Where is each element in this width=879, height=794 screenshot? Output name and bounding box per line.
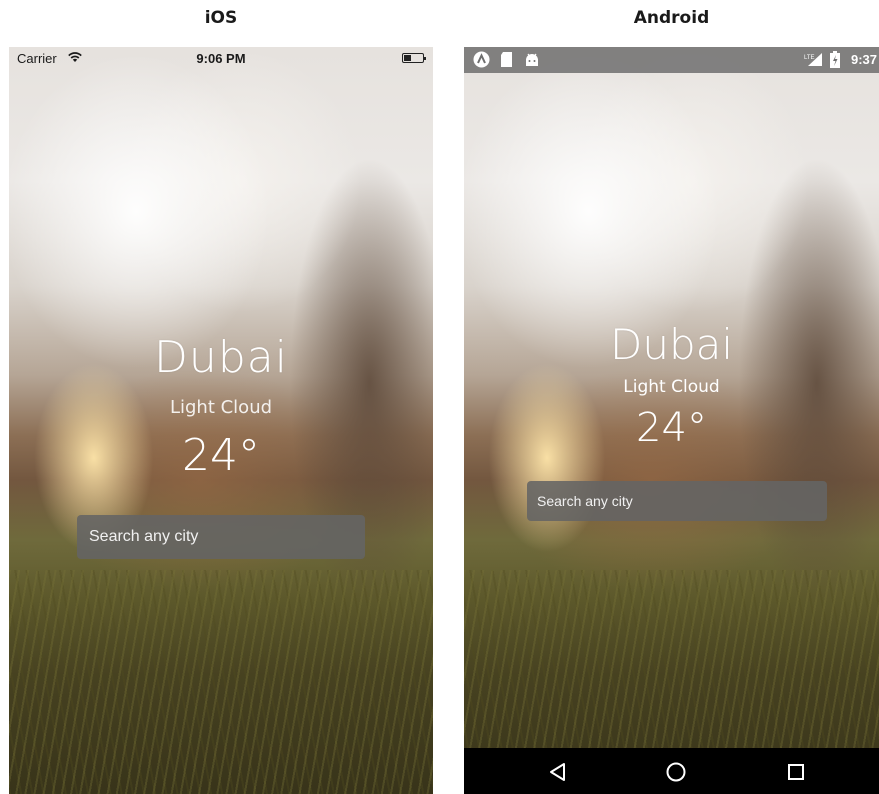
weather-condition: Light Cloud [169, 397, 273, 418]
temperature: 24° [636, 405, 707, 451]
temperature: 24° [182, 430, 260, 481]
svg-text:LTE: LTE [804, 55, 815, 61]
android-nav-bar [464, 748, 879, 794]
android-icon [526, 53, 538, 66]
android-screen: LTE 9:37 Dubai Light Cloud 24° [464, 47, 879, 794]
city-name: Dubai [609, 320, 734, 369]
status-time: 9:37 [850, 52, 877, 67]
grass-overlay [9, 569, 433, 794]
back-icon[interactable] [546, 760, 570, 784]
battery-charging-icon [830, 51, 840, 68]
weather-condition: Light Cloud [623, 377, 720, 397]
battery-icon [402, 53, 426, 63]
search-input[interactable] [77, 515, 365, 559]
app-a-icon [473, 51, 490, 68]
ios-label: iOS [204, 8, 238, 28]
android-label: Android [633, 8, 710, 28]
home-icon[interactable] [664, 760, 688, 784]
city-name: Dubai [154, 332, 288, 383]
status-time: 9:06 PM [196, 51, 246, 66]
sd-card-icon [501, 52, 512, 67]
search-input[interactable] [527, 481, 827, 521]
recents-icon[interactable] [784, 760, 808, 784]
ios-status-bar: Carrier 9:06 PM [9, 47, 433, 69]
ios-screen: Carrier 9:06 PM Dubai Light Cloud 24° [9, 47, 433, 794]
lte-signal-icon: LTE [804, 53, 822, 66]
android-status-bar: LTE 9:37 [464, 47, 879, 73]
